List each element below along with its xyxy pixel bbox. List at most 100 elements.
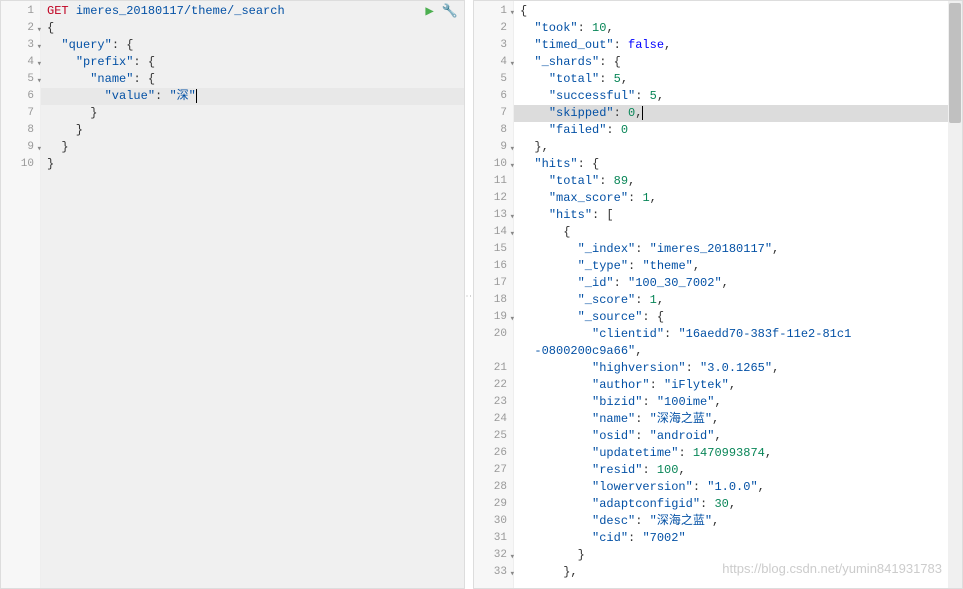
code-line[interactable]: "successful": 5,: [514, 88, 962, 105]
code-line[interactable]: "_shards": {: [514, 54, 962, 71]
code-line[interactable]: "_id": "100_30_7002",: [514, 275, 962, 292]
code-line[interactable]: "clientid": "16aedd70-383f-11e2-81c1: [514, 326, 962, 343]
gutter-line: 19▾: [474, 309, 513, 326]
gutter-line: 33▾: [474, 564, 513, 581]
code-line[interactable]: }: [514, 547, 962, 564]
code-line[interactable]: {: [514, 224, 962, 241]
code-line[interactable]: "highversion": "3.0.1265",: [514, 360, 962, 377]
gutter-line: 2▾: [1, 20, 40, 37]
code-line[interactable]: }: [41, 105, 464, 122]
gutter-line: 9▾: [474, 139, 513, 156]
code-line[interactable]: "max_score": 1,: [514, 190, 962, 207]
gutter-line: 6: [1, 88, 40, 105]
code-line[interactable]: "hits": {: [514, 156, 962, 173]
code-line[interactable]: "desc": "深海之蓝",: [514, 513, 962, 530]
code-line[interactable]: "prefix": {: [41, 54, 464, 71]
code-line[interactable]: }: [41, 139, 464, 156]
code-line[interactable]: "took": 10,: [514, 20, 962, 37]
request-editor[interactable]: 12▾3▾4▾5▾6789▾10 GET imeres_20180117/the…: [1, 1, 464, 588]
request-gutter: 12▾3▾4▾5▾6789▾10: [1, 1, 41, 588]
code-line[interactable]: "author": "iFlytek",: [514, 377, 962, 394]
gutter-line: 8: [1, 122, 40, 139]
gutter-line: 15: [474, 241, 513, 258]
gutter-line: 13▾: [474, 207, 513, 224]
gutter-line: 10▾: [474, 156, 513, 173]
wrench-icon[interactable]: 🔧: [442, 4, 458, 19]
response-panel: 1▾234▾56789▾10▾111213▾14▾1516171819▾2021…: [473, 0, 963, 589]
gutter-line: 18: [474, 292, 513, 309]
code-line[interactable]: "name": "深海之蓝",: [514, 411, 962, 428]
code-line[interactable]: "_type": "theme",: [514, 258, 962, 275]
gutter-line: 17: [474, 275, 513, 292]
gutter-line: 27: [474, 462, 513, 479]
gutter-line: 28: [474, 479, 513, 496]
run-icon[interactable]: ▶: [425, 3, 433, 20]
gutter-line: 9▾: [1, 139, 40, 156]
gutter-line: 11: [474, 173, 513, 190]
response-gutter: 1▾234▾56789▾10▾111213▾14▾1516171819▾2021…: [474, 1, 514, 588]
code-line[interactable]: }: [41, 156, 464, 173]
code-line[interactable]: "adaptconfigid": 30,: [514, 496, 962, 513]
gutter-line: 30: [474, 513, 513, 530]
gutter-line: 29: [474, 496, 513, 513]
code-line[interactable]: {: [41, 20, 464, 37]
gutter-line: 3▾: [1, 37, 40, 54]
gutter-line: 5▾: [1, 71, 40, 88]
gutter-line: 32▾: [474, 547, 513, 564]
code-line[interactable]: "hits": [: [514, 207, 962, 224]
code-line[interactable]: "_score": 1,: [514, 292, 962, 309]
code-line[interactable]: "total": 89,: [514, 173, 962, 190]
code-line[interactable]: },: [514, 139, 962, 156]
code-line[interactable]: },: [514, 564, 962, 581]
code-line[interactable]: "timed_out": false,: [514, 37, 962, 54]
code-line[interactable]: "bizid": "100ime",: [514, 394, 962, 411]
gutter-line: 7: [474, 105, 513, 122]
gutter-line: 14▾: [474, 224, 513, 241]
gutter-line: 12: [474, 190, 513, 207]
code-line[interactable]: "_index": "imeres_20180117",: [514, 241, 962, 258]
response-scrollbar[interactable]: [948, 1, 962, 588]
request-panel: ▶ 🔧 12▾3▾4▾5▾6789▾10 GET imeres_20180117…: [0, 0, 465, 589]
code-line[interactable]: "total": 5,: [514, 71, 962, 88]
gutter-line: 26: [474, 445, 513, 462]
response-code[interactable]: { "took": 10, "timed_out": false, "_shar…: [514, 1, 962, 588]
code-line[interactable]: "value": "深": [41, 88, 464, 105]
code-line[interactable]: "osid": "android",: [514, 428, 962, 445]
code-line[interactable]: "cid": "7002": [514, 530, 962, 547]
gutter-line: 25: [474, 428, 513, 445]
panel-divider[interactable]: ⋮: [465, 0, 473, 589]
code-line[interactable]: "query": {: [41, 37, 464, 54]
gutter-line: 20: [474, 326, 513, 343]
gutter-line: 7: [1, 105, 40, 122]
gutter-line: 5: [474, 71, 513, 88]
gutter-line: 1: [1, 3, 40, 20]
code-line[interactable]: "lowerversion": "1.0.0",: [514, 479, 962, 496]
gutter-line: 31: [474, 530, 513, 547]
gutter-line: 24: [474, 411, 513, 428]
code-line[interactable]: GET imeres_20180117/theme/_search: [41, 3, 464, 20]
code-line[interactable]: "name": {: [41, 71, 464, 88]
fold-arrow-icon[interactable]: ▾: [510, 566, 515, 583]
gutter-line: 10: [1, 156, 40, 173]
gutter-line: 16: [474, 258, 513, 275]
code-line[interactable]: "failed": 0: [514, 122, 962, 139]
code-line[interactable]: {: [514, 3, 962, 20]
gutter-line: 22: [474, 377, 513, 394]
code-line[interactable]: "resid": 100,: [514, 462, 962, 479]
gutter-line: 2: [474, 20, 513, 37]
gutter-line: 1▾: [474, 3, 513, 20]
gutter-line: [474, 343, 513, 360]
code-line[interactable]: }: [41, 122, 464, 139]
gutter-line: 6: [474, 88, 513, 105]
request-code[interactable]: GET imeres_20180117/theme/_search{ "quer…: [41, 1, 464, 588]
code-line[interactable]: -0800200c9a66",: [514, 343, 962, 360]
gutter-line: 8: [474, 122, 513, 139]
scrollbar-thumb[interactable]: [949, 3, 961, 123]
response-editor[interactable]: 1▾234▾56789▾10▾111213▾14▾1516171819▾2021…: [474, 1, 962, 588]
code-line[interactable]: "updatetime": 1470993874,: [514, 445, 962, 462]
gutter-line: 4▾: [1, 54, 40, 71]
gutter-line: 23: [474, 394, 513, 411]
code-line[interactable]: "_source": {: [514, 309, 962, 326]
gutter-line: 21: [474, 360, 513, 377]
code-line[interactable]: "skipped": 0,: [514, 105, 962, 122]
